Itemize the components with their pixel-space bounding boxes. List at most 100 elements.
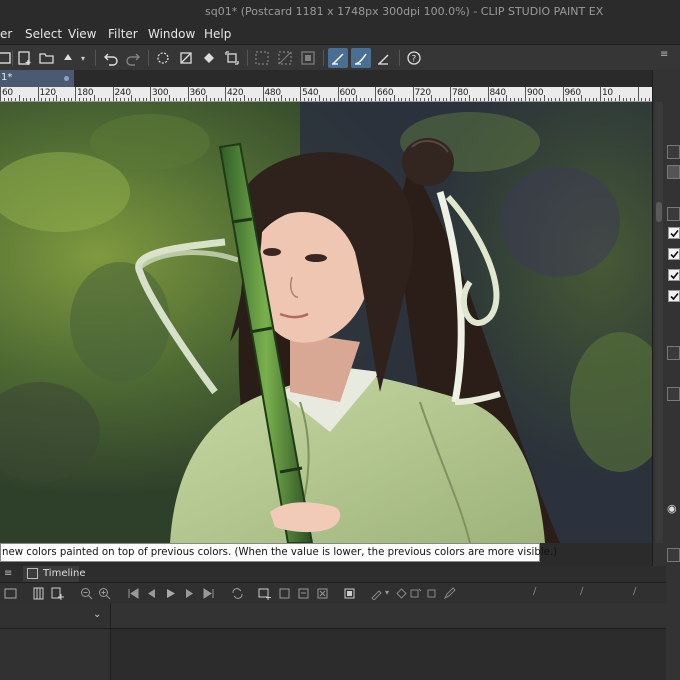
ruler-tick — [547, 98, 549, 101]
toolbar-separator — [12, 50, 13, 66]
ruler-tick — [3, 98, 5, 101]
ruler-tick — [540, 98, 541, 101]
panel-button[interactable] — [667, 207, 680, 221]
keyframe-dropdown-icon[interactable]: ▾ — [385, 588, 389, 597]
ruler-tick — [180, 98, 181, 101]
timeline-track-header[interactable]: ⌄ — [0, 603, 110, 629]
deselect-icon[interactable] — [252, 48, 272, 68]
menu-layer[interactable]: er — [0, 27, 12, 41]
toolbar-separator — [323, 50, 324, 66]
specify-cels-icon[interactable] — [295, 585, 311, 601]
menu-filter[interactable]: Filter — [108, 27, 138, 41]
timeline-frame-row[interactable] — [111, 603, 666, 629]
panel-button[interactable] — [667, 145, 680, 159]
panel-button[interactable] — [667, 165, 680, 179]
save-icon[interactable] — [58, 48, 78, 68]
document-tab-row: 1* ◂ — [0, 70, 680, 87]
timeline-marker: / — [580, 586, 584, 597]
timeline-frame-icon[interactable] — [30, 585, 46, 601]
timeline-tab[interactable]: Timeline — [23, 566, 86, 582]
menu-select[interactable]: Select — [25, 27, 62, 41]
panel-button[interactable] — [667, 387, 680, 401]
layer-visibility-checkbox[interactable] — [668, 269, 680, 281]
snap-to-ruler-icon[interactable] — [328, 48, 348, 68]
ruler-tick — [315, 98, 316, 101]
layer-visibility-checkbox[interactable] — [668, 248, 680, 260]
ruler-tick — [67, 98, 69, 101]
add-cel-icon[interactable] — [49, 585, 65, 601]
previous-frame-icon[interactable] — [143, 585, 159, 601]
ruler-tick — [393, 95, 395, 101]
ruler-tick — [543, 95, 545, 101]
keyframe-add-icon[interactable] — [407, 585, 423, 601]
ruler-label: 840 — [489, 88, 507, 98]
timeline-tab-label: Timeline — [43, 568, 86, 579]
ruler-tick — [161, 98, 163, 101]
ruler-tick — [382, 98, 384, 101]
clear-icon[interactable] — [153, 48, 173, 68]
timeline-icon — [27, 568, 38, 579]
help-icon[interactable]: ? — [404, 48, 424, 68]
ruler-tick — [446, 98, 448, 101]
new-timeline-icon[interactable] — [2, 585, 18, 601]
ruler-tick — [270, 98, 271, 101]
ruler-tick — [352, 98, 354, 101]
chevron-down-icon[interactable]: ⌄ — [93, 609, 101, 620]
transform-icon[interactable] — [222, 48, 242, 68]
keyframe-icon[interactable] — [368, 585, 384, 601]
menu-help[interactable]: Help — [204, 27, 231, 41]
document-tab[interactable]: 1* — [0, 70, 74, 87]
snap-to-grid-icon[interactable] — [374, 48, 394, 68]
menu-view[interactable]: View — [68, 27, 96, 41]
ruler-tick — [375, 87, 376, 101]
new-animation-folder-icon[interactable] — [256, 585, 272, 601]
panel-menu-icon[interactable]: ≡ — [4, 568, 12, 579]
layer-visibility-checkbox[interactable] — [668, 290, 680, 302]
ruler-tick — [221, 98, 223, 101]
panel-menu-icon[interactable]: ≡ — [660, 49, 668, 60]
last-frame-icon[interactable] — [200, 585, 216, 601]
eye-icon[interactable]: ◉ — [667, 502, 677, 515]
first-frame-icon[interactable] — [125, 585, 141, 601]
redo-icon[interactable] — [123, 48, 143, 68]
canvas-vertical-scrollbar[interactable] — [655, 102, 663, 543]
menu-window[interactable]: Window — [148, 27, 195, 41]
ruler-tick — [615, 98, 616, 101]
zoom-in-icon[interactable] — [96, 585, 112, 601]
layer-visibility-checkbox[interactable] — [668, 227, 680, 239]
timeline-marker: / — [633, 586, 637, 597]
ruler-tick — [435, 98, 436, 101]
panel-button[interactable] — [667, 346, 680, 360]
loop-icon[interactable] — [229, 585, 245, 601]
play-icon[interactable] — [162, 585, 178, 601]
ruler-tick — [26, 98, 28, 101]
tab-close-icon[interactable] — [64, 76, 69, 81]
keyframe-remove-icon[interactable] — [423, 585, 439, 601]
timeline-track-list: ⌄ — [0, 603, 111, 680]
delete-cel-icon[interactable] — [314, 585, 330, 601]
ruler-label: 720 — [414, 88, 432, 98]
ruler-tick — [551, 98, 553, 101]
ruler-tick — [648, 98, 650, 101]
fill-icon[interactable] — [199, 48, 219, 68]
ruler-tick — [112, 87, 114, 101]
svg-text:?: ? — [412, 55, 417, 65]
next-frame-icon[interactable] — [181, 585, 197, 601]
canvas-artwork[interactable] — [0, 102, 652, 543]
folder-open-icon[interactable] — [37, 48, 57, 68]
selection-border-icon[interactable] — [298, 48, 318, 68]
new-canvas-icon[interactable] — [15, 48, 35, 68]
pen-icon[interactable] — [441, 585, 457, 601]
ruler-tick — [633, 98, 635, 101]
undo-icon[interactable] — [101, 48, 121, 68]
snap-to-special-ruler-icon[interactable] — [351, 48, 371, 68]
save-dropdown-icon[interactable]: ▾ — [81, 54, 85, 63]
new-animation-cel-icon[interactable] — [276, 585, 292, 601]
clear-outside-icon[interactable] — [176, 48, 196, 68]
ruler-tick — [71, 98, 73, 101]
zoom-out-icon[interactable] — [78, 585, 94, 601]
onion-skin-icon[interactable] — [341, 585, 357, 601]
ruler-label: 300 — [152, 88, 169, 98]
panel-button[interactable] — [667, 548, 680, 562]
invert-selection-icon[interactable] — [275, 48, 295, 68]
